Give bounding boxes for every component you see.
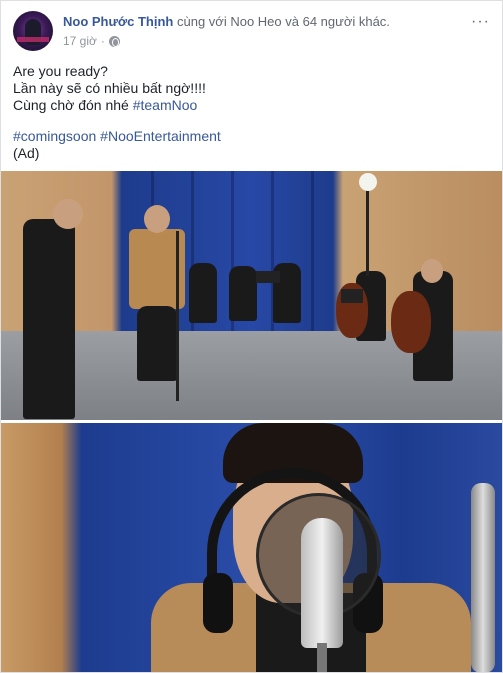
post-line: Cùng chờ đón nhé #teamNoo: [13, 97, 490, 114]
post-line-text: Cùng chờ đón nhé: [13, 97, 129, 113]
singer-closeup-photo[interactable]: [1, 423, 502, 672]
post-timestamp[interactable]: 17 giờ: [63, 34, 97, 48]
musician-figure: [229, 266, 257, 321]
studio-microphone: [301, 518, 343, 648]
post-line: Lần này sẽ có nhiều bất ngờ!!!!: [13, 80, 206, 96]
ad-label: (Ad): [13, 145, 40, 161]
avatar[interactable]: [13, 11, 53, 51]
avatar-accent: [17, 37, 49, 42]
post-card: Noo Phước Thịnh cùng với Noo Heo và 64 n…: [0, 0, 503, 673]
headphone-cup: [203, 573, 233, 633]
post-meta: 17 giờ ·: [63, 34, 120, 48]
hashtag-comingsoon[interactable]: #comingsoon: [13, 128, 96, 144]
post-line: Are you ready?: [13, 63, 108, 79]
photographer-head: [53, 199, 83, 229]
singer-head: [144, 205, 170, 233]
studio-light: [359, 173, 377, 191]
cellist-head: [421, 259, 443, 283]
post-byline: Noo Phước Thịnh cùng với Noo Heo và 64 n…: [63, 14, 390, 29]
curtain-fold: [311, 171, 314, 336]
music-stand: [341, 289, 363, 303]
singer-legs: [137, 306, 177, 381]
light-stand: [366, 181, 369, 276]
meta-separator: ·: [100, 34, 105, 48]
post-line: #comingsoon #NooEntertainment: [13, 128, 490, 145]
photographer-figure: [23, 219, 75, 419]
post-header: Noo Phước Thịnh cùng với Noo Heo và 64 n…: [13, 11, 490, 55]
musician-figure: [189, 263, 217, 323]
studio-photo[interactable]: [1, 171, 502, 420]
mic-mount: [317, 643, 327, 672]
more-options-icon[interactable]: ···: [471, 13, 490, 31]
hashtag-teamnoo[interactable]: #teamNoo: [133, 97, 198, 113]
cello: [391, 291, 431, 353]
music-stand: [256, 271, 280, 283]
boom-arm: [471, 483, 495, 672]
mic-stand: [176, 231, 179, 401]
globe-icon[interactable]: [108, 35, 120, 47]
post-text: Are you ready? Lần này sẽ có nhiều bất n…: [13, 63, 490, 162]
author-name-link[interactable]: Noo Phước Thịnh: [63, 14, 173, 29]
tagged-with-text[interactable]: cùng với Noo Heo và 64 người khác.: [177, 14, 390, 29]
hashtag-nooentertainment[interactable]: #NooEntertainment: [100, 128, 221, 144]
